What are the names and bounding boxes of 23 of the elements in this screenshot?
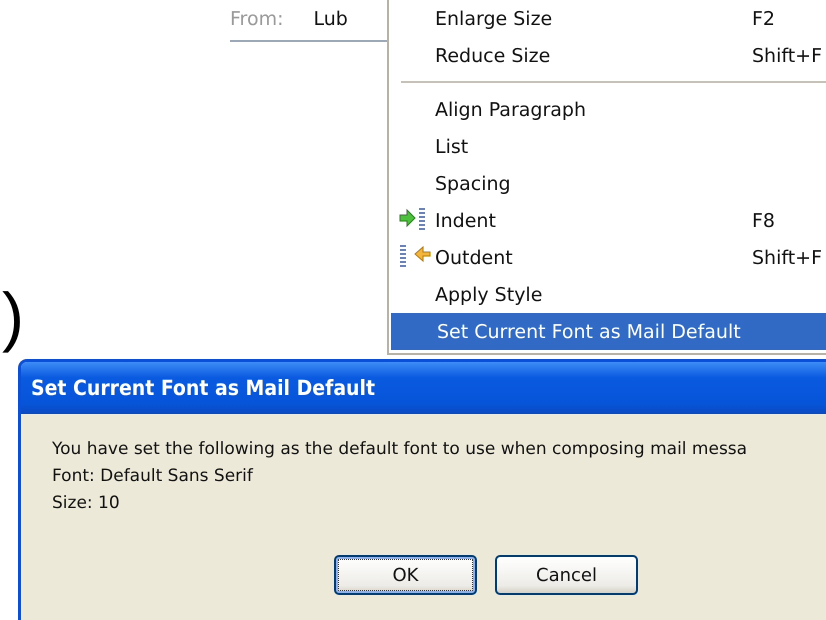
dialog-title: Set Current Font as Mail Default xyxy=(31,376,376,400)
menu-item[interactable]: Spacing xyxy=(389,165,826,202)
menu-item[interactable]: Outdent Shift+F xyxy=(389,239,826,276)
from-label: From: xyxy=(230,8,284,30)
shortcut-text: F8 xyxy=(752,210,776,232)
slide-text: ) xyxy=(2,278,25,355)
menu-item[interactable]: Apply Style xyxy=(389,276,826,313)
shortcut-text: F2 xyxy=(752,8,776,30)
shortcut-text: Shift+F xyxy=(752,44,822,66)
outdent-icon xyxy=(399,244,431,270)
message-text: You have set the following as the default font to use when composing mail messa xyxy=(52,438,748,461)
menu-item[interactable]: Align Paragraph xyxy=(389,91,826,128)
menu-item[interactable]: Enlarge Size F2 xyxy=(389,0,826,37)
menu-item[interactable]: Indent F8 xyxy=(389,202,826,239)
cancel-button[interactable]: Cancel xyxy=(495,555,638,595)
menu-item[interactable]: Reduce Size Shift+F xyxy=(389,37,826,74)
menu-item[interactable]: List xyxy=(389,128,826,165)
message-text: Size: 10 xyxy=(52,492,121,515)
ok-button[interactable]: OK xyxy=(334,555,477,595)
shortcut-text: Shift+F xyxy=(752,246,822,268)
menu-item[interactable]: Set Current Font as Mail Default xyxy=(391,313,826,350)
message-text: Font: Default Sans Serif xyxy=(52,465,254,488)
sender-name: Lub xyxy=(313,8,348,30)
